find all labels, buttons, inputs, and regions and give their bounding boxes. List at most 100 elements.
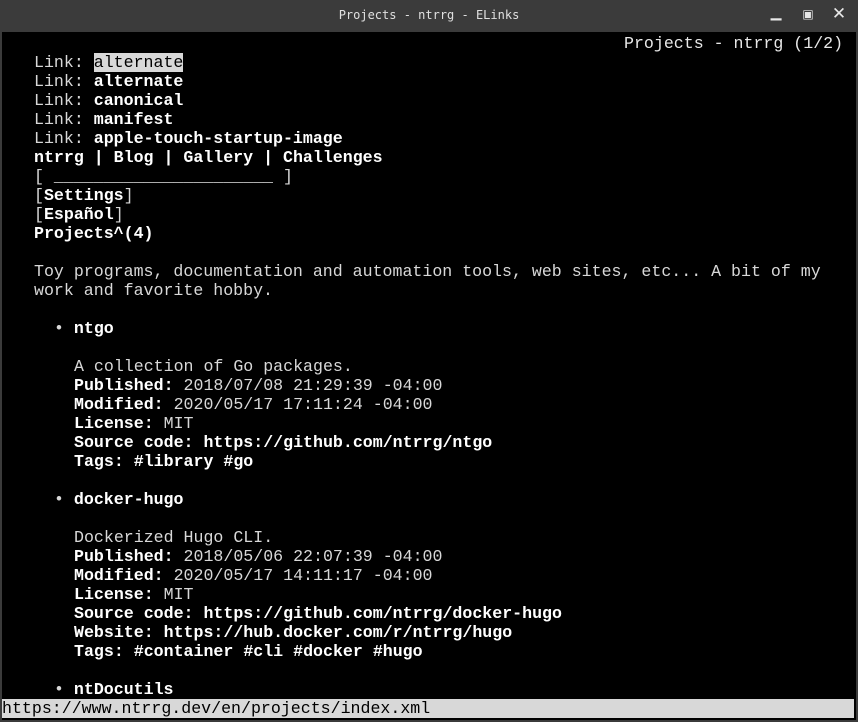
field-label: Published: bbox=[74, 376, 184, 395]
field-label: Website: bbox=[74, 623, 164, 642]
nav-link-gallery[interactable]: Gallery bbox=[183, 148, 253, 167]
field-label: License: bbox=[74, 585, 164, 604]
head-link-label: Link: bbox=[34, 129, 94, 148]
search-bracket: [ bbox=[34, 167, 54, 186]
bullet-icon: • bbox=[54, 319, 74, 338]
tag-space bbox=[363, 642, 373, 661]
tag-link[interactable]: #library bbox=[134, 452, 214, 471]
project-title-docker-hugo[interactable]: docker-hugo bbox=[74, 490, 184, 509]
bracket: [ bbox=[34, 205, 44, 224]
field-value: 2018/07/08 21:29:39 -04:00 bbox=[183, 376, 443, 395]
search-row: [ ______________________ ] bbox=[34, 167, 293, 186]
tag-link[interactable]: #cli bbox=[243, 642, 283, 661]
nav-separator: | bbox=[83, 148, 114, 167]
minimize-icon[interactable]: ▁ bbox=[766, 5, 786, 25]
project-field: License: MIT bbox=[74, 414, 194, 433]
field-value: 2020/05/17 14:11:17 -04:00 bbox=[173, 566, 433, 585]
field-value: MIT bbox=[163, 585, 194, 604]
terminal-viewport: Projects - ntrrg (1/2) Link: alternate Li… bbox=[2, 32, 856, 720]
field-value: MIT bbox=[163, 414, 194, 433]
close-icon[interactable]: ✕ bbox=[829, 4, 849, 24]
language-row: [Español] bbox=[34, 205, 124, 224]
project-field: License: MIT bbox=[74, 585, 194, 604]
head-link-alternate[interactable]: alternate bbox=[93, 53, 184, 72]
field-label: Source code: bbox=[74, 604, 204, 623]
description-text: A collection of Go packages. bbox=[74, 357, 353, 376]
tag-link[interactable]: #container bbox=[134, 642, 234, 661]
bullet-icon: • bbox=[54, 680, 74, 699]
nav-link-blog[interactable]: Blog bbox=[114, 148, 154, 167]
project-item: • ntgo bbox=[54, 319, 114, 338]
intro-text: Toy programs, documentation and automati… bbox=[34, 262, 821, 281]
head-link-row: Link: manifest bbox=[34, 110, 173, 129]
project-description: Dockerized Hugo CLI. bbox=[74, 528, 273, 547]
head-link-alternate[interactable]: alternate bbox=[94, 72, 184, 91]
bracket: ] bbox=[113, 205, 124, 224]
nav-separator: | bbox=[253, 148, 283, 167]
head-link-row: Link: canonical bbox=[34, 91, 183, 110]
field-value: 2018/05/06 22:07:39 -04:00 bbox=[183, 547, 443, 566]
head-link-label: Link: bbox=[34, 110, 94, 129]
project-field: Modified: 2020/05/17 14:11:17 -04:00 bbox=[74, 566, 433, 585]
head-link-row: Link: apple-touch-startup-image bbox=[34, 129, 343, 148]
nav-separator: | bbox=[153, 148, 184, 167]
nav-link-ntrrg[interactable]: ntrrg bbox=[34, 148, 84, 167]
maximize-icon[interactable]: ▣ bbox=[798, 7, 818, 27]
description-text: Dockerized Hugo CLI. bbox=[74, 528, 274, 547]
settings-row: [Settings] bbox=[34, 186, 134, 205]
project-field: Published: 2018/07/08 21:29:39 -04:00 bbox=[74, 376, 442, 395]
head-link-apple-touch-startup-image[interactable]: apple-touch-startup-image bbox=[94, 129, 343, 148]
field-label: Modified: bbox=[74, 566, 174, 585]
tags-label: Tags: bbox=[74, 452, 134, 471]
field-link[interactable]: https://github.com/ntrrg/docker-hugo bbox=[203, 604, 561, 623]
intro-text: work and favorite hobby. bbox=[34, 281, 273, 300]
head-link-row: Link: alternate bbox=[34, 53, 184, 72]
project-field: Source code: https://github.com/ntrrg/nt… bbox=[74, 433, 492, 452]
field-label: Modified: bbox=[74, 395, 174, 414]
field-link[interactable]: https://github.com/ntrrg/ntgo bbox=[203, 433, 492, 452]
tag-link[interactable]: #docker bbox=[293, 642, 363, 661]
nav-link-challenges[interactable]: Challenges bbox=[283, 148, 383, 167]
head-link-manifest[interactable]: manifest bbox=[94, 110, 174, 129]
language-button[interactable]: Español bbox=[44, 205, 114, 224]
field-label: License: bbox=[74, 414, 164, 433]
field-label: Source code: bbox=[74, 433, 204, 452]
project-title-ntdocutils[interactable]: ntDocutils bbox=[74, 680, 174, 699]
settings-button[interactable]: Settings bbox=[44, 186, 124, 205]
intro-paragraph: Toy programs, documentation and automati… bbox=[34, 262, 821, 281]
site-nav: ntrrg | Blog | Gallery | Challenges bbox=[34, 148, 383, 167]
project-item: • ntDocutils bbox=[54, 680, 174, 699]
search-input[interactable]: ______________________ bbox=[54, 167, 273, 186]
project-title-ntgo[interactable]: ntgo bbox=[74, 319, 114, 338]
project-field: Published: 2018/05/06 22:07:39 -04:00 bbox=[74, 547, 442, 566]
head-link-row: Link: alternate bbox=[34, 72, 183, 91]
head-link-canonical[interactable]: canonical bbox=[94, 91, 184, 110]
search-bracket: ] bbox=[273, 167, 293, 186]
project-item: • docker-hugo bbox=[54, 490, 183, 509]
project-description: A collection of Go packages. bbox=[74, 357, 353, 376]
tags-label: Tags: bbox=[74, 642, 134, 661]
bracket: [ bbox=[34, 186, 44, 205]
head-link-label: Link: bbox=[34, 72, 94, 91]
bracket: ] bbox=[123, 186, 134, 205]
field-value: 2020/05/17 17:11:24 -04:00 bbox=[173, 395, 433, 414]
page-heading: Projects^(4) bbox=[34, 224, 154, 243]
window-title: Projects - ntrrg - ELinks bbox=[338, 8, 520, 22]
project-tags: Tags: #container #cli #docker #hugo bbox=[74, 642, 423, 661]
tag-space bbox=[213, 452, 223, 471]
field-label: Published: bbox=[74, 547, 184, 566]
window-titlebar[interactable]: Projects - ntrrg - ELinks ▁ ▣ ✕ bbox=[0, 0, 858, 32]
field-link[interactable]: https://hub.docker.com/r/ntrrg/hugo bbox=[164, 623, 513, 642]
project-field: Source code: https://github.com/ntrrg/do… bbox=[74, 604, 562, 623]
page-position-status: Projects - ntrrg (1/2) bbox=[624, 34, 844, 53]
tag-link[interactable]: #go bbox=[223, 452, 253, 471]
project-field: Modified: 2020/05/17 17:11:24 -04:00 bbox=[74, 395, 433, 414]
bullet-icon: • bbox=[54, 490, 74, 509]
head-link-label: Link: bbox=[34, 91, 94, 110]
project-tags: Tags: #library #go bbox=[74, 452, 253, 471]
tag-space bbox=[283, 642, 293, 661]
status-bar-url: https://www.ntrrg.dev/en/projects/index.… bbox=[2, 699, 854, 718]
intro-paragraph: work and favorite hobby. bbox=[34, 281, 273, 300]
page-title: Projects^(4) bbox=[34, 224, 154, 243]
tag-link[interactable]: #hugo bbox=[373, 642, 423, 661]
